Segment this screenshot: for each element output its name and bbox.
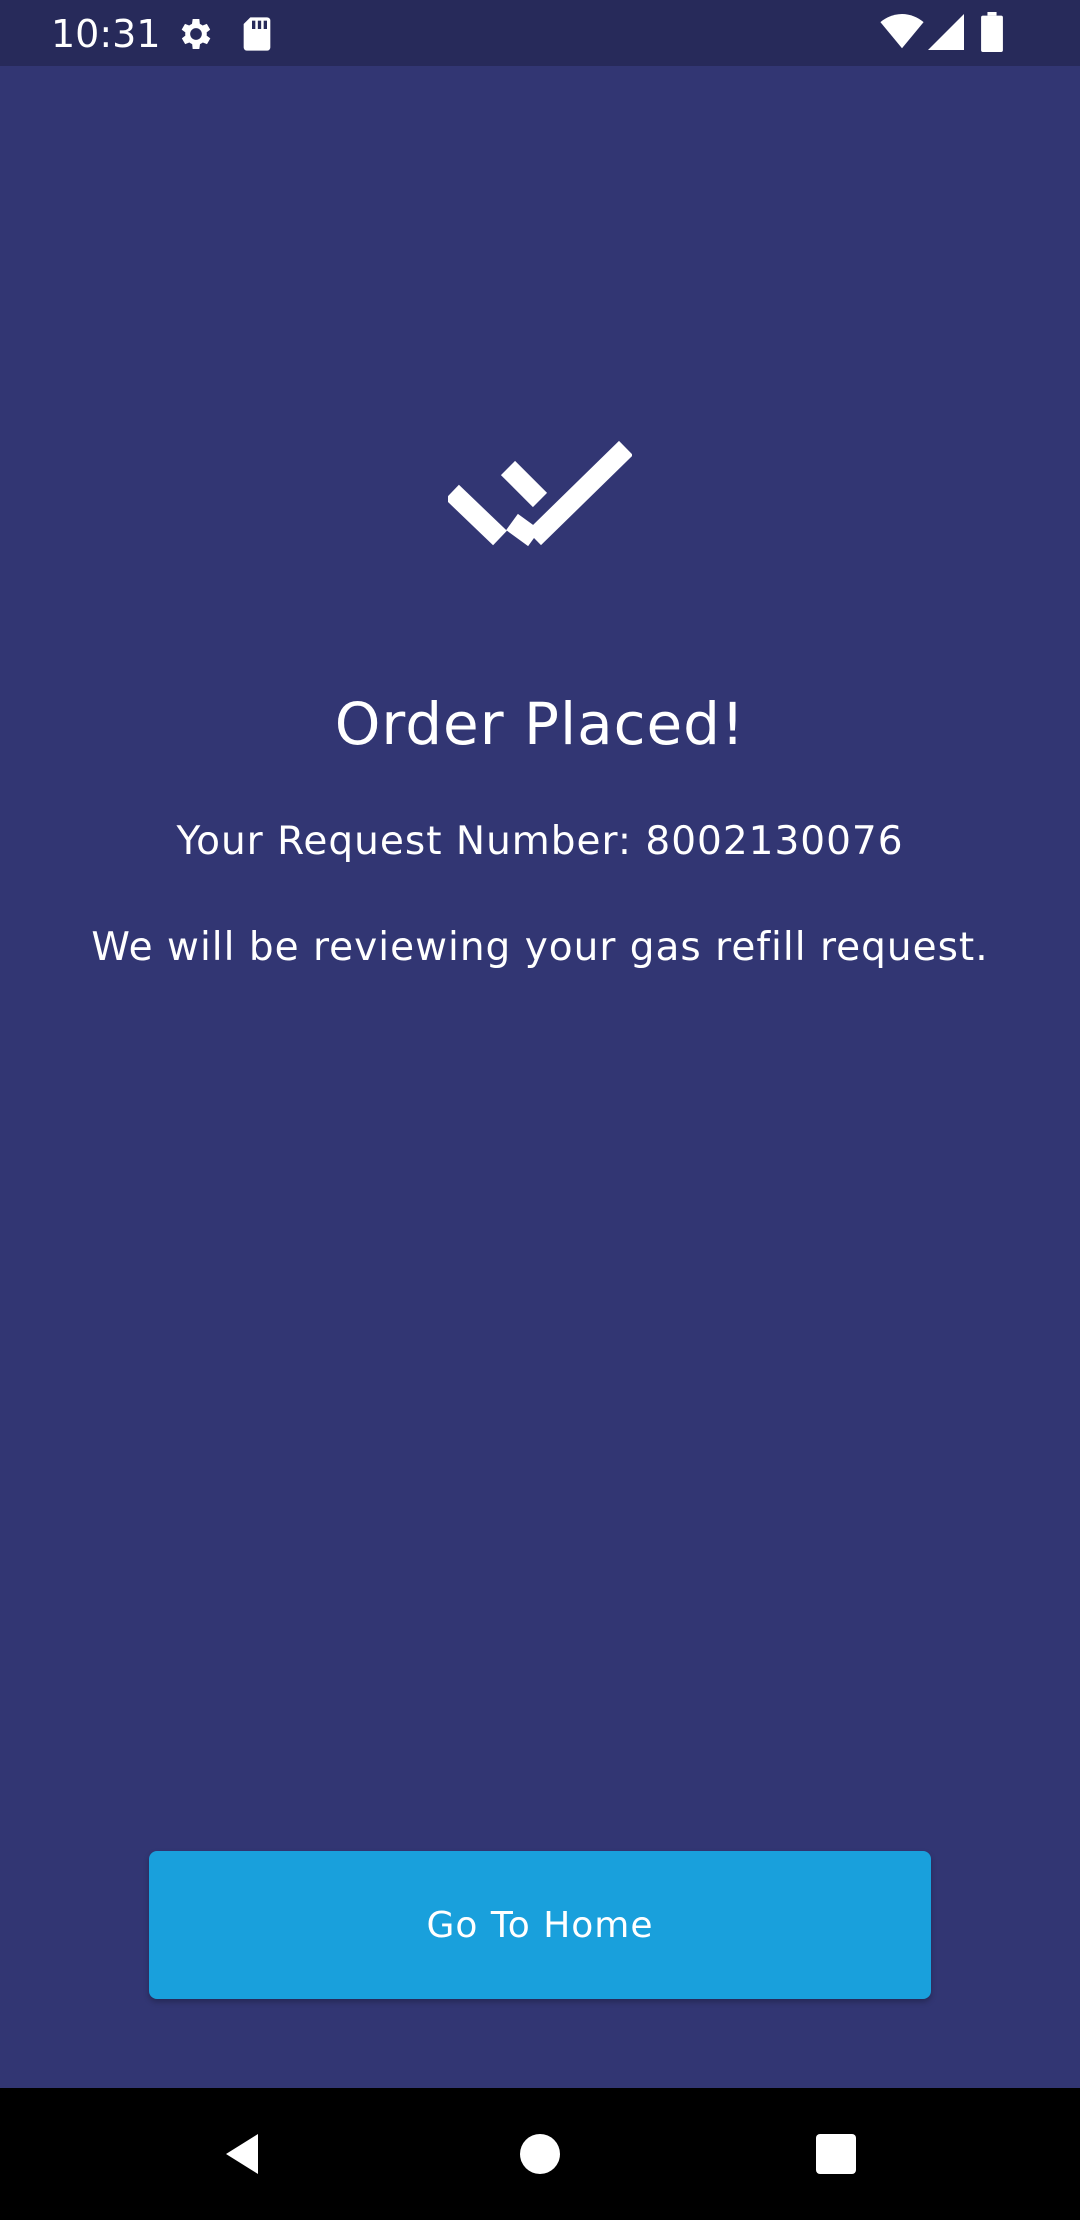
sd-card-icon — [240, 14, 274, 58]
home-icon[interactable] — [516, 2130, 564, 2178]
status-time: 10:31 — [51, 12, 161, 56]
review-message: We will be reviewing your gas refill req… — [91, 925, 989, 970]
cellular-signal-icon — [928, 14, 964, 54]
go-to-home-button[interactable]: Go To Home — [149, 1851, 931, 1999]
battery-icon — [980, 12, 1004, 56]
request-number-text: Your Request Number: 8002130076 — [176, 819, 904, 864]
order-placed-title: Order Placed! — [334, 690, 746, 758]
wifi-icon — [880, 14, 924, 54]
order-confirmation-screen: 10:31 Order Placed! Your Request Number:… — [0, 0, 1080, 2220]
system-navigation-bar — [0, 2088, 1080, 2220]
double-check-icon — [445, 440, 633, 550]
recents-icon[interactable] — [812, 2130, 860, 2178]
back-icon[interactable] — [220, 2130, 268, 2178]
settings-gear-icon — [176, 14, 216, 58]
status-bar: 10:31 — [0, 0, 1080, 66]
